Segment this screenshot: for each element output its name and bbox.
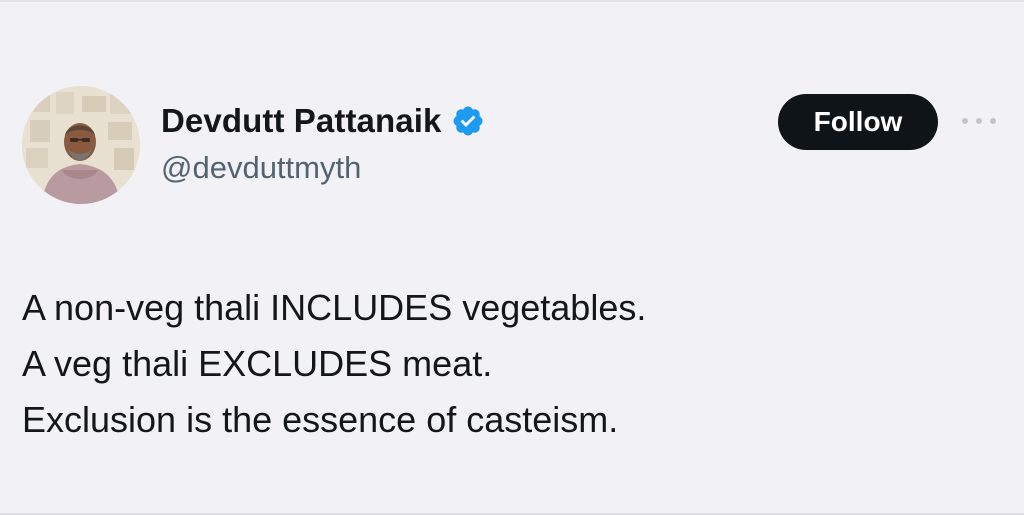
author-name-row: Devdutt Pattanaik [161,96,485,146]
author-display-name[interactable]: Devdutt Pattanaik [161,102,441,140]
avatar[interactable] [22,86,140,204]
tweet-line: A non-veg thali INCLUDES vegetables. [22,287,647,328]
tweet-text: A non-veg thali INCLUDES vegetables. A v… [22,280,982,448]
follow-button[interactable]: Follow [778,94,938,150]
author-handle[interactable]: @devduttmyth [161,150,361,186]
tweet-card: Devdutt Pattanaik @devduttmyth Follow A … [0,0,1024,515]
top-divider [0,0,1024,2]
more-horizontal-icon [962,118,996,124]
more-options-button[interactable] [958,108,1000,134]
tweet-line: Exclusion is the essence of casteism. [22,399,619,440]
avatar-photo [22,86,140,204]
verified-badge-icon [451,104,485,138]
tweet-line: A veg thali EXCLUDES meat. [22,343,493,384]
